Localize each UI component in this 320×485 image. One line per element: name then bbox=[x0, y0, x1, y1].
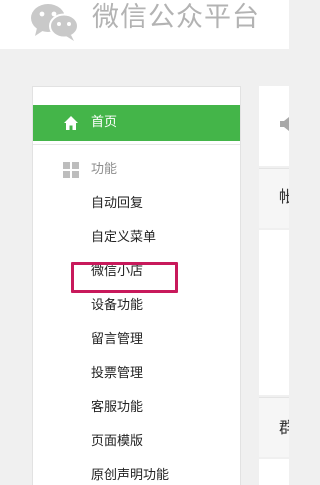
wechat-logo-icon bbox=[31, 4, 79, 41]
content-panel-bottom bbox=[259, 459, 289, 485]
content-panel-middle bbox=[259, 230, 289, 395]
sidebar-item-comments[interactable]: 留言管理 bbox=[91, 331, 143, 349]
sidebar-nav: 首页 功能 自动回复 自定义菜单 微信小店 设备功能 留言管理 投票管理 客服功… bbox=[32, 86, 241, 485]
sidebar-item-auto-reply[interactable]: 自动回复 bbox=[91, 195, 143, 213]
sidebar-item-home[interactable]: 首页 bbox=[33, 105, 240, 141]
sidebar-section-functions: 功能 bbox=[91, 162, 118, 177]
platform-title: 微信公众平台 bbox=[92, 2, 260, 33]
speaker-icon bbox=[280, 117, 289, 131]
sidebar-item-home-label: 首页 bbox=[91, 115, 118, 130]
sidebar-item-original-declaration[interactable]: 原创声明功能 bbox=[91, 467, 169, 485]
content-clipped-text-1: 帐 bbox=[279, 187, 289, 206]
sidebar-item-page-templates[interactable]: 页面模版 bbox=[91, 433, 143, 451]
annotation-highlight-box bbox=[71, 262, 178, 293]
header: 微信公众平台 bbox=[0, 0, 289, 49]
content-clipped-text-2: 群 bbox=[279, 418, 289, 437]
sidebar-item-device[interactable]: 设备功能 bbox=[91, 297, 143, 315]
sidebar-item-customer-service[interactable]: 客服功能 bbox=[91, 399, 143, 417]
sidebar-item-custom-menu[interactable]: 自定义菜单 bbox=[91, 229, 156, 247]
sidebar-divider bbox=[33, 144, 240, 145]
grid-icon bbox=[63, 162, 79, 178]
home-icon bbox=[64, 116, 78, 130]
sidebar-item-votes[interactable]: 投票管理 bbox=[91, 365, 143, 383]
